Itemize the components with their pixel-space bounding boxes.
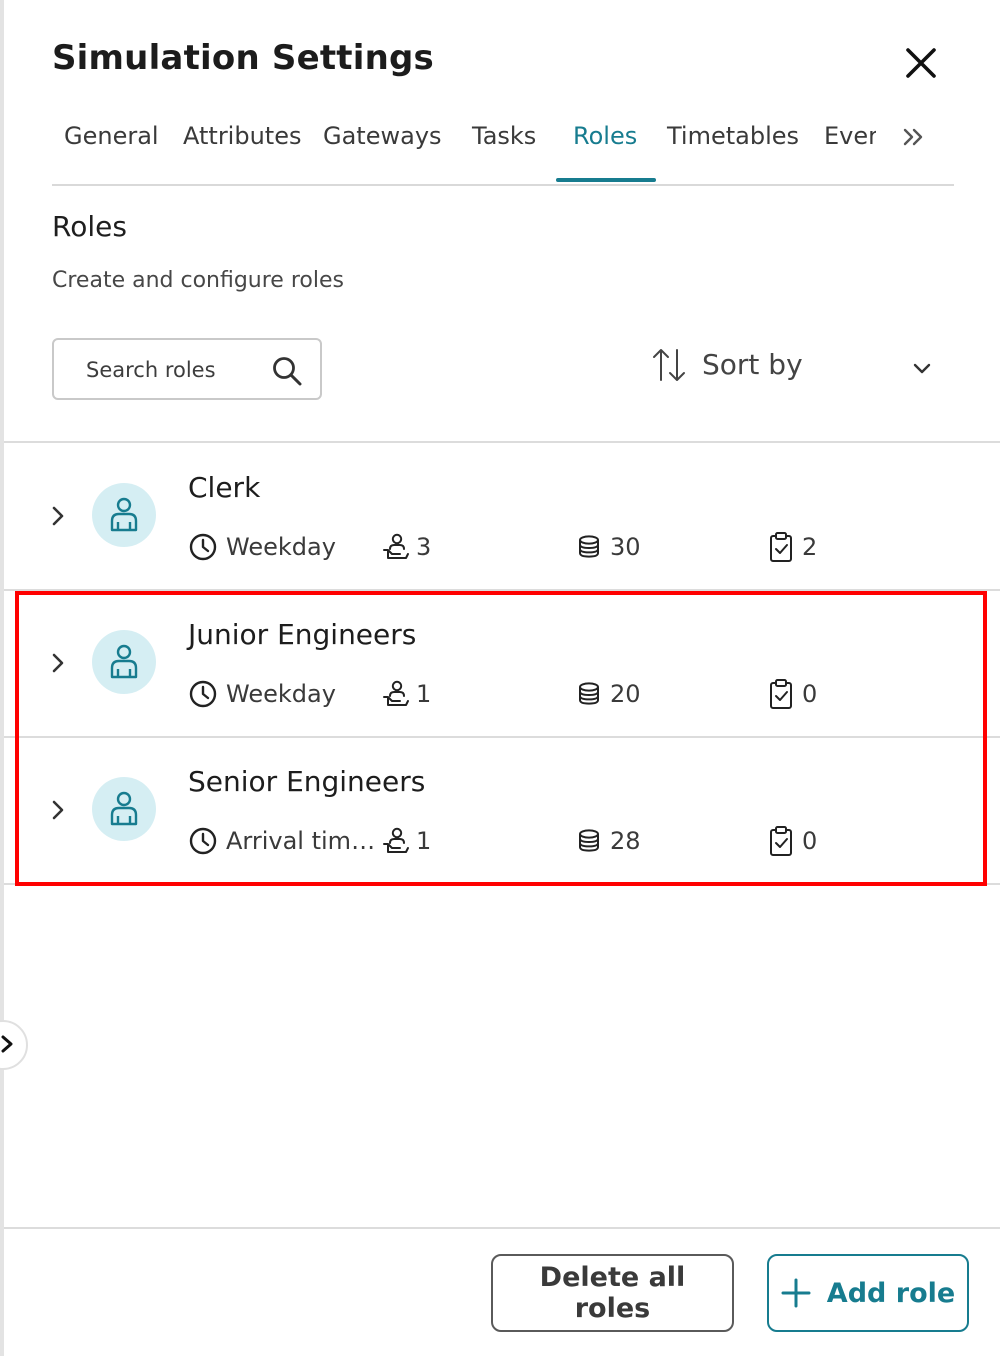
cost-value: 30	[610, 533, 641, 561]
tab-gateways[interactable]: Gateways	[323, 122, 442, 150]
tasks-value: 2	[802, 533, 818, 561]
add-role-label: Add role	[826, 1277, 956, 1309]
chevron-right-icon[interactable]	[46, 501, 72, 531]
close-button[interactable]	[900, 42, 942, 84]
section-title: Roles	[52, 210, 127, 243]
search-icon[interactable]	[270, 354, 304, 388]
footer-divider	[4, 1227, 1000, 1229]
count-value: 3	[416, 533, 432, 561]
role-avatar	[92, 483, 156, 547]
role-cost: 30	[576, 529, 641, 565]
add-role-button[interactable]: Add role	[767, 1254, 969, 1332]
tab-tasks[interactable]: Tasks	[472, 122, 536, 150]
double-chevron-right-icon	[903, 128, 923, 146]
close-icon	[906, 48, 936, 78]
chevron-right-icon	[1, 1035, 13, 1053]
coins-icon	[579, 535, 599, 558]
tab-roles[interactable]: Roles	[573, 122, 637, 150]
clock-icon	[189, 533, 217, 561]
role-tasks: 2	[768, 529, 817, 565]
role-count: 3	[382, 529, 431, 565]
active-tab-indicator	[556, 178, 656, 182]
search-box	[52, 338, 322, 400]
sidebar-toggle-button[interactable]	[0, 1020, 28, 1070]
tab-timetables[interactable]: Timetables	[667, 122, 799, 150]
role-row-clerk[interactable]: Clerk Weekday 3 30 2	[4, 443, 1000, 589]
person-icon	[110, 497, 138, 532]
sort-label: Sort by	[702, 348, 803, 381]
more-tabs-button[interactable]	[900, 122, 928, 152]
timetable-value: Weekday	[226, 533, 336, 561]
section-subtitle: Create and configure roles	[52, 268, 344, 293]
search-input[interactable]	[84, 354, 268, 386]
sort-arrows-icon	[653, 349, 685, 381]
delete-all-roles-button[interactable]: Delete all roles	[491, 1254, 734, 1332]
role-name: Clerk	[188, 471, 261, 504]
tab-general[interactable]: General	[64, 122, 159, 150]
clipboard-check-icon	[770, 532, 792, 562]
person-hand-icon	[383, 533, 409, 559]
sort-dropdown[interactable]: Sort by	[650, 340, 950, 396]
tab-attributes[interactable]: Attributes	[183, 122, 301, 150]
panel-title: Simulation Settings	[52, 38, 434, 78]
role-timetable: Weekday	[188, 529, 378, 565]
chevron-down-icon	[913, 363, 931, 374]
highlight-box	[15, 591, 987, 886]
plus-icon	[781, 1278, 811, 1308]
tab-bar: General Attributes Gateways Tasks Roles …	[52, 104, 954, 186]
tab-events[interactable]: Ever	[824, 122, 876, 150]
